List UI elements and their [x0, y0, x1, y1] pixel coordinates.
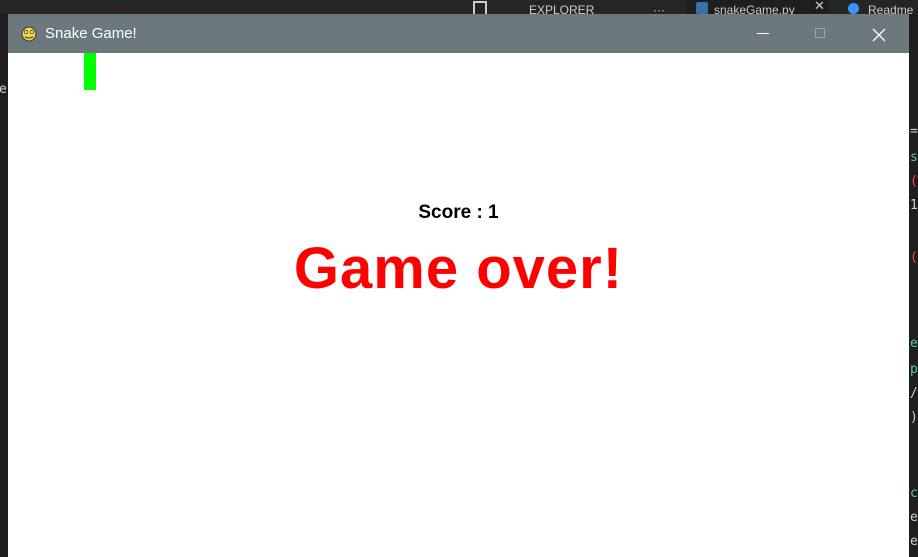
- tab-snakegame[interactable]: snakeGame.py ✕: [686, 0, 828, 14]
- python-file-icon: [696, 2, 708, 14]
- close-button[interactable]: [850, 14, 908, 53]
- window-titlebar[interactable]: Snake Game!: [8, 14, 909, 53]
- snake-body: [84, 53, 96, 90]
- close-icon: [872, 27, 886, 42]
- game-window: Snake Game! Score : 1 Game over!: [8, 14, 909, 557]
- close-tab-icon[interactable]: ✕: [814, 0, 825, 12]
- ide-tab-bar: EXPLORER ··· snakeGame.py ✕ Readme: [0, 0, 918, 14]
- ide-editor-edge: = s ( 1 ( e p / ) c e e: [909, 14, 918, 557]
- tab-explorer[interactable]: EXPLORER: [529, 0, 599, 14]
- maximize-icon: [815, 28, 825, 38]
- code-fragment: e: [0, 82, 7, 97]
- tab-readme[interactable]: Readme: [846, 0, 918, 14]
- files-icon[interactable]: [470, 0, 494, 14]
- more-actions-icon[interactable]: ···: [653, 0, 673, 14]
- game-canvas[interactable]: Score : 1 Game over!: [8, 53, 909, 557]
- score-text: Score : 1: [418, 202, 499, 223]
- game-over-message: Game over!: [293, 236, 624, 301]
- maximize-button[interactable]: [791, 14, 849, 53]
- minimize-icon: [757, 33, 769, 34]
- window-title: Snake Game!: [45, 25, 137, 42]
- info-icon: [848, 3, 859, 14]
- pygame-snake-icon: [20, 24, 38, 42]
- minimize-button[interactable]: [733, 14, 791, 53]
